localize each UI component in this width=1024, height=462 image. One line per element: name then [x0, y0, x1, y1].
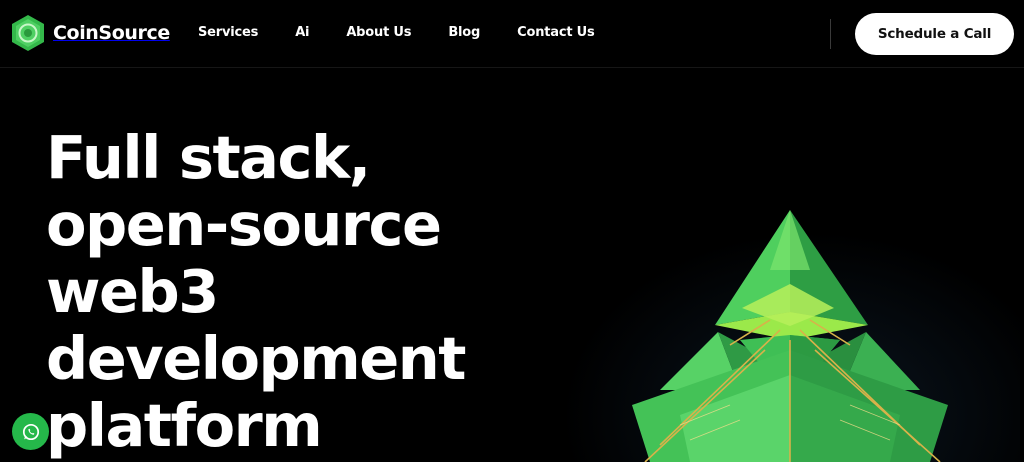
nav-item-contact-us[interactable]: Contact Us — [517, 25, 595, 40]
nav-item-about-us[interactable]: About Us — [346, 25, 411, 40]
main-nav: Services Ai About Us Blog Contact Us — [198, 25, 595, 40]
nav-item-blog[interactable]: Blog — [448, 25, 480, 40]
header-divider — [830, 19, 831, 49]
site-header: CoinSource Services Ai About Us Blog Con… — [0, 0, 1024, 68]
schedule-call-button[interactable]: Schedule a Call — [855, 13, 1014, 55]
hero-title-line: development — [46, 324, 466, 393]
green-crystal-tree-icon — [632, 210, 948, 462]
whatsapp-button[interactable] — [12, 413, 49, 450]
hero-title-line: open-source — [46, 190, 442, 259]
brand-name: CoinSource — [53, 22, 170, 44]
hero-title-line: web3 — [46, 257, 219, 326]
hexagon-coin-logo-icon — [12, 15, 44, 51]
nav-item-ai[interactable]: Ai — [295, 25, 309, 40]
hero-title: Full stack, open-source web3 development… — [46, 124, 606, 459]
whatsapp-icon — [22, 423, 39, 440]
hero-title-line: platform — [46, 391, 323, 460]
hero-title-line: Full stack, — [46, 123, 371, 192]
nav-item-services[interactable]: Services — [198, 25, 258, 40]
brand-logo-link[interactable]: CoinSource — [10, 14, 170, 52]
